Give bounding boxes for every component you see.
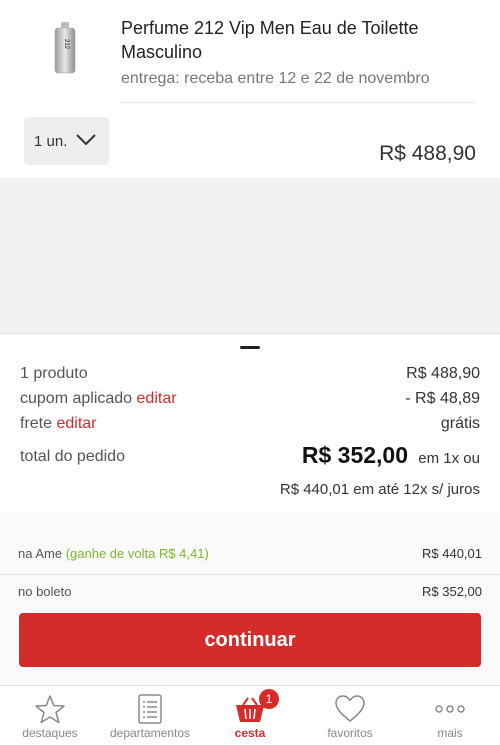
ame-value: R$ 440,01 <box>422 546 482 561</box>
shipping-value: grátis <box>440 415 480 432</box>
summary-shipping-row: frete editar grátis <box>20 415 480 433</box>
sheet-handle[interactable] <box>240 346 260 349</box>
payment-boleto-row: no boleto R$ 352,00 <box>18 584 482 599</box>
products-value: R$ 488,90 <box>406 365 480 382</box>
nav-item-departamentos[interactable]: departamentos <box>100 686 200 745</box>
divider <box>0 574 500 575</box>
cart-count-badge: 1 <box>259 689 279 709</box>
heart-icon <box>335 695 365 722</box>
summary-coupon-row: cupom aplicado editar - R$ 48,89 <box>20 390 480 408</box>
nav-item-favoritos[interactable]: favoritos <box>300 686 400 745</box>
continue-button[interactable]: continuar <box>19 613 481 667</box>
quantity-value: 1 un. <box>34 132 68 150</box>
quantity-select[interactable]: 1 un. <box>24 117 109 165</box>
coupon-edit-link[interactable]: editar <box>137 390 177 407</box>
total-value: R$ 352,00 <box>301 442 408 468</box>
nav-label: cesta <box>234 726 266 740</box>
nav-label: mais <box>437 726 463 740</box>
delivery-estimate: entrega: receba entre 12 e 22 de novembr… <box>121 70 430 87</box>
product-title[interactable]: Perfume 212 Vip Men Eau de Toilette Masc… <box>121 16 481 64</box>
product-price: R$ 488,90 <box>379 142 476 165</box>
total-label: total do pedido <box>20 448 125 465</box>
summary-products-row: 1 produto R$ 488,90 <box>20 365 480 383</box>
divider <box>121 102 476 103</box>
shipping-edit-link[interactable]: editar <box>56 415 96 432</box>
empty-area <box>0 178 500 333</box>
coupon-value: - R$ 48,89 <box>405 390 480 407</box>
total-suffix: em 1x ou <box>418 450 480 467</box>
shipping-label: frete <box>20 415 53 432</box>
order-summary-sheet: 1 produto R$ 488,90 cupom aplicado edita… <box>0 333 500 686</box>
nav-label: departamentos <box>109 726 191 740</box>
products-count: 1 produto <box>20 365 88 382</box>
payment-ame-row: na Ame (ganhe de volta R$ 4,41) R$ 440,0… <box>18 546 482 561</box>
more-icon <box>435 705 465 713</box>
cart-item: 212 Perfume 212 Vip Men Eau de Toilette … <box>0 0 500 178</box>
boleto-label: no boleto <box>18 584 72 599</box>
product-thumbnail[interactable]: 212 <box>50 22 80 74</box>
chevron-down-icon <box>76 134 96 146</box>
ame-label: na Ame <box>18 546 63 561</box>
boleto-value: R$ 352,00 <box>422 584 482 599</box>
thumbnail-label: 212 <box>63 39 69 50</box>
bottom-nav: destaques departamentos 1 cesta favorito… <box>0 685 500 745</box>
coupon-label: cupom aplicado <box>20 390 133 407</box>
installment-info: R$ 440,01 em até 12x s/ juros <box>279 481 480 498</box>
ame-cashback: (ganhe de volta R$ 4,41) <box>65 546 209 561</box>
nav-item-destaques[interactable]: destaques <box>0 686 100 745</box>
nav-label: favoritos <box>327 726 373 740</box>
list-icon <box>138 694 162 724</box>
nav-label: destaques <box>22 726 78 740</box>
star-icon <box>35 695 65 724</box>
nav-item-cesta[interactable]: 1 cesta <box>200 686 300 745</box>
nav-item-mais[interactable]: mais <box>400 686 500 745</box>
